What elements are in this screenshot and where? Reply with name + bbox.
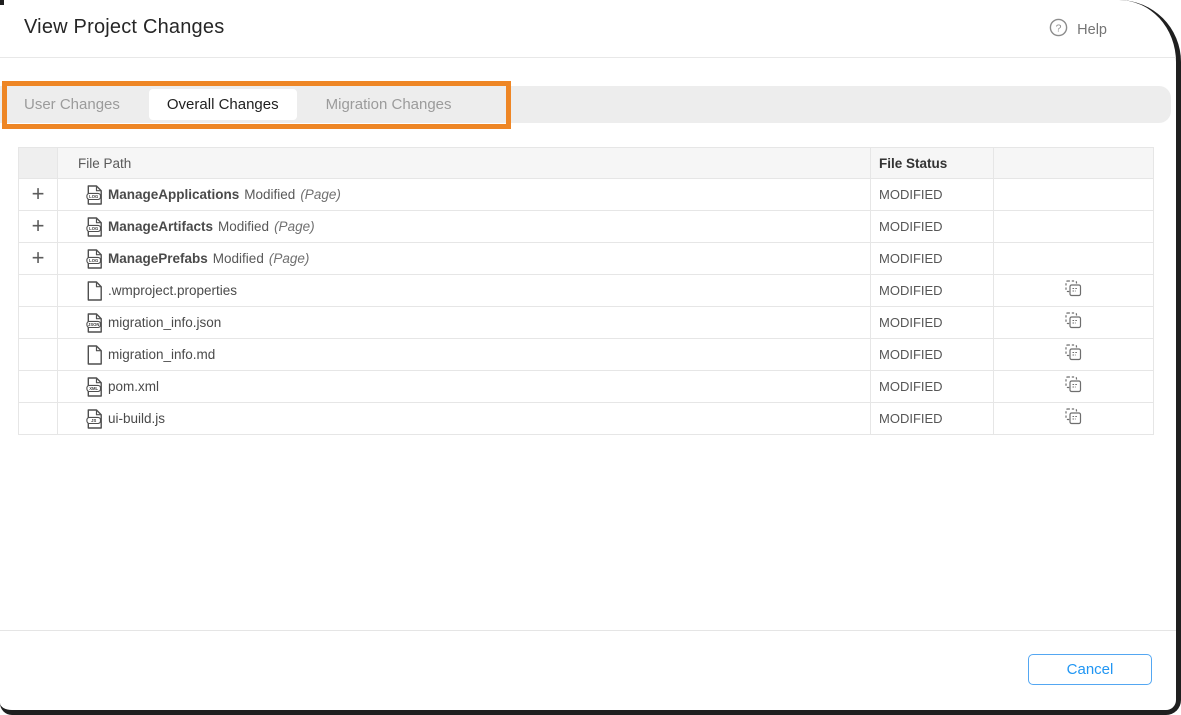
svg-text:JS: JS <box>91 418 96 423</box>
file-kind-label: (Page) <box>274 219 315 234</box>
svg-text:LOG: LOG <box>89 226 98 231</box>
svg-text:LOG: LOG <box>89 194 98 199</box>
action-cell <box>994 403 1154 435</box>
file-name: migration_info.md <box>108 347 215 362</box>
actions-column-header <box>994 148 1154 179</box>
file-status-cell: MODIFIED <box>871 371 994 403</box>
svg-text:JSON: JSON <box>88 322 99 327</box>
file-icon: XML <box>86 377 103 397</box>
table-row: XML pom.xml MODIFIED <box>19 371 1154 403</box>
file-path-cell: LOG ManageApplications Modified (Page) <box>58 179 871 211</box>
file-name: ManagePrefabs <box>108 251 208 266</box>
page-file-icon: LOG <box>86 217 103 237</box>
table-row: + LOG ManageArtifacts Modified (Page) MODIFIE… <box>19 211 1154 243</box>
table-header-row: File Path File Status <box>19 148 1154 179</box>
view-project-changes-dialog: View Project Changes ? Help User Changes… <box>0 0 1181 715</box>
action-cell <box>994 307 1154 339</box>
expand-icon[interactable]: + <box>32 247 45 269</box>
action-cell <box>994 275 1154 307</box>
diff-icon[interactable] <box>1064 375 1083 394</box>
file-kind-label: (Page) <box>300 187 341 202</box>
expander-cell <box>19 371 58 403</box>
expander-cell <box>19 307 58 339</box>
file-path-cell: XML pom.xml <box>58 371 871 403</box>
file-path-cell: .wmproject.properties <box>58 275 871 307</box>
file-name: migration_info.json <box>108 315 221 330</box>
expander-cell: + <box>19 211 58 243</box>
action-cell <box>994 339 1154 371</box>
svg-text:LOG: LOG <box>89 258 98 263</box>
tabbar: User Changes Overall Changes Migration Cha… <box>0 86 1171 123</box>
header-divider <box>0 57 1176 58</box>
table-row: JSON migration_info.json MODIFIED <box>19 307 1154 339</box>
file-path-cell: LOG ManagePrefabs Modified (Page) <box>58 243 871 275</box>
file-status-column-header: File Status <box>871 148 994 179</box>
expander-cell: + <box>19 243 58 275</box>
tab-migration-changes[interactable]: Migration Changes <box>314 96 464 113</box>
cancel-button[interactable]: Cancel <box>1028 654 1152 685</box>
expand-icon[interactable]: + <box>32 215 45 237</box>
table-body: + LOG ManageApplications Modified (Page) MODI… <box>19 179 1154 435</box>
table-row: .wmproject.properties MODIFIED <box>19 275 1154 307</box>
diff-icon[interactable] <box>1064 279 1083 298</box>
file-path-cell: JSON migration_info.json <box>58 307 871 339</box>
diff-icon[interactable] <box>1064 311 1083 330</box>
action-cell <box>994 211 1154 243</box>
file-name: ManageApplications <box>108 187 239 202</box>
expander-cell <box>19 403 58 435</box>
svg-text:?: ? <box>1056 22 1062 34</box>
expander-cell <box>19 339 58 371</box>
file-status-cell: MODIFIED <box>871 275 994 307</box>
modified-label: Modified <box>244 187 295 202</box>
modified-label: Modified <box>218 219 269 234</box>
tab-overall-changes[interactable]: Overall Changes <box>149 89 297 120</box>
action-cell <box>994 371 1154 403</box>
table-row: JS ui-build.js MODIFIED <box>19 403 1154 435</box>
action-cell <box>994 243 1154 275</box>
page-file-icon: LOG <box>86 249 103 269</box>
expander-column-header <box>19 148 58 179</box>
table-row: + LOG ManageApplications Modified (Page) MODI… <box>19 179 1154 211</box>
file-icon <box>86 345 103 365</box>
changes-table: File Path File Status + LOG ManageApplicat… <box>18 147 1153 435</box>
help-icon: ? <box>1049 18 1068 41</box>
file-path-cell: migration_info.md <box>58 339 871 371</box>
diff-icon[interactable] <box>1064 407 1083 426</box>
tab-user-changes[interactable]: User Changes <box>12 96 132 113</box>
file-status-cell: MODIFIED <box>871 243 994 275</box>
footer-divider <box>0 630 1176 631</box>
file-status-cell: MODIFIED <box>871 339 994 371</box>
file-name: ManageArtifacts <box>108 219 213 234</box>
dialog-title: View Project Changes <box>24 16 224 39</box>
help-button[interactable]: ? Help <box>1049 18 1107 41</box>
file-path-cell: LOG ManageArtifacts Modified (Page) <box>58 211 871 243</box>
file-icon: JSON <box>86 313 103 333</box>
page-file-icon: LOG <box>86 185 103 205</box>
file-path-cell: JS ui-build.js <box>58 403 871 435</box>
file-name: pom.xml <box>108 379 159 394</box>
help-label: Help <box>1077 22 1107 38</box>
file-status-cell: MODIFIED <box>871 307 994 339</box>
expand-icon[interactable]: + <box>32 183 45 205</box>
expander-cell: + <box>19 179 58 211</box>
diff-icon[interactable] <box>1064 343 1083 362</box>
expander-cell <box>19 275 58 307</box>
action-cell <box>994 179 1154 211</box>
file-name: ui-build.js <box>108 411 165 426</box>
file-name: .wmproject.properties <box>108 283 237 298</box>
file-icon <box>86 281 103 301</box>
table-row: migration_info.md MODIFIED <box>19 339 1154 371</box>
file-icon: JS <box>86 409 103 429</box>
svg-text:XML: XML <box>89 386 98 391</box>
file-status-cell: MODIFIED <box>871 179 994 211</box>
file-kind-label: (Page) <box>269 251 310 266</box>
modified-label: Modified <box>213 251 264 266</box>
file-status-cell: MODIFIED <box>871 211 994 243</box>
file-path-column-header: File Path <box>58 148 871 179</box>
table-row: + LOG ManagePrefabs Modified (Page) MODIFIED <box>19 243 1154 275</box>
file-status-cell: MODIFIED <box>871 403 994 435</box>
